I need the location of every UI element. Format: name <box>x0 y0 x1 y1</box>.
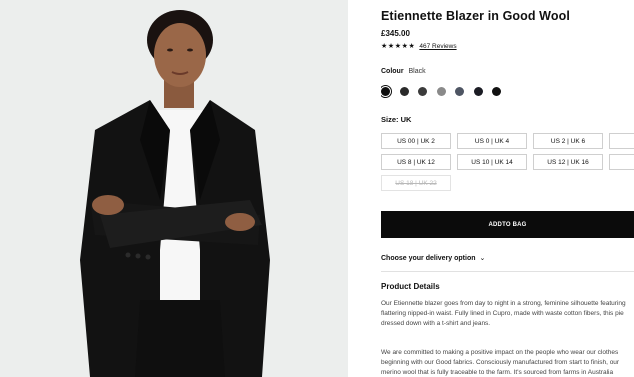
size-option-button[interactable]: US 00 | UK 2 <box>381 133 451 149</box>
product-image <box>0 0 348 377</box>
reviews-link[interactable]: 467 Reviews <box>419 43 456 50</box>
size-option-button[interactable]: US <box>609 154 634 170</box>
size-option-button[interactable]: US 2 | UK 6 <box>533 133 603 149</box>
description-line: merino wool that is fully traceable to t… <box>381 369 614 376</box>
description-line: Our Etiennette blazer goes from day to n… <box>381 300 626 307</box>
model-photo-illustration <box>0 0 348 377</box>
colour-swatch-charcoal[interactable] <box>399 87 409 96</box>
product-description: Our Etiennette blazer goes from day to n… <box>381 299 634 329</box>
delivery-option-label: Choose your delivery option <box>381 254 476 262</box>
product-price: £345.00 <box>381 29 410 38</box>
description-line: dressed down with a t-shirt and jeans. <box>381 320 491 327</box>
colour-swatch-black[interactable] <box>381 84 393 99</box>
colour-swatch-slate[interactable] <box>455 87 464 96</box>
description-line: We are committed to making a positive im… <box>381 349 619 356</box>
divider <box>381 271 634 272</box>
size-option-button[interactable]: US 12 | UK 16 <box>533 154 603 170</box>
size-option-button[interactable]: US 10 | UK 14 <box>457 154 527 170</box>
chevron-down-icon: ⌄ <box>479 255 486 262</box>
colour-selected-value: Black <box>408 68 426 75</box>
description-line: beginning with our Good fabrics. Conscio… <box>381 359 620 366</box>
colour-swatch-grey[interactable] <box>436 87 446 96</box>
add-to-bag-button[interactable]: ADDTO BAG <box>381 211 634 238</box>
product-title: Etiennette Blazer in Good Wool <box>381 9 570 23</box>
delivery-option-toggle[interactable]: Choose your delivery option ⌄ <box>381 254 486 263</box>
sustainability-description: We are committed to making a positive im… <box>381 348 634 377</box>
colour-row: Colour Black <box>381 68 426 75</box>
colour-swatch-black-2[interactable] <box>492 87 501 96</box>
star-rating-icon: ★★★★★ <box>381 43 416 50</box>
colour-swatch-dark-grey[interactable] <box>418 87 427 96</box>
size-option-button[interactable]: US <box>609 133 634 149</box>
size-option-button[interactable]: US 8 | UK 12 <box>381 154 451 170</box>
description-line: flattering nipped-in waist. Fully lined … <box>381 310 624 317</box>
rating-row: ★★★★★ 467 Reviews <box>381 42 457 51</box>
size-label: Size: UK <box>381 115 412 124</box>
size-option-button[interactable]: US 0 | UK 4 <box>457 133 527 149</box>
size-option-button[interactable]: US 18 | UK 22 <box>381 175 451 191</box>
colour-label: Colour <box>381 68 404 75</box>
product-details-panel: Etiennette Blazer in Good Wool £345.00 ★… <box>381 0 634 377</box>
colour-swatch-navy[interactable] <box>473 87 483 96</box>
colour-swatches <box>381 84 501 99</box>
product-details-heading: Product Details <box>381 282 440 291</box>
